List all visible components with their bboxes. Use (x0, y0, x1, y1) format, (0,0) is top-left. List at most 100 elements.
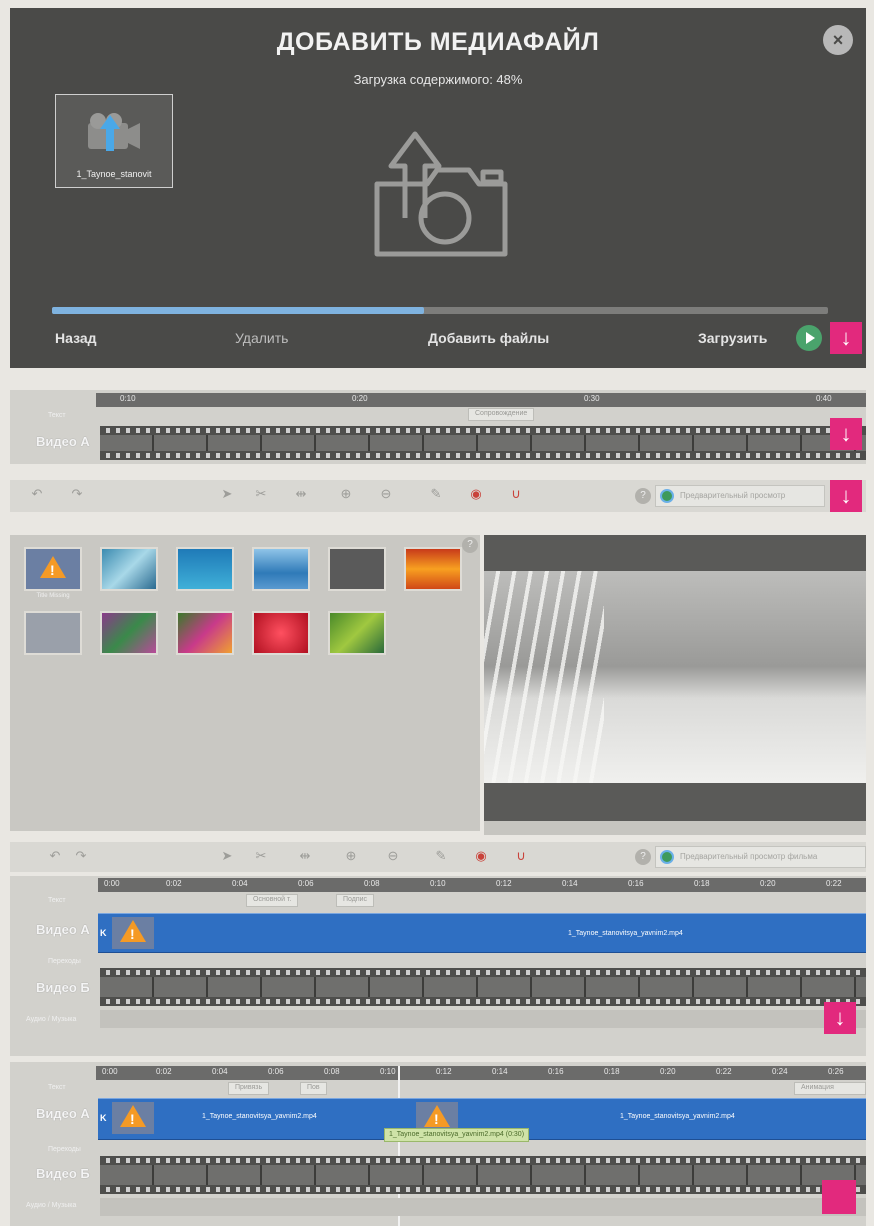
arrow-down-icon: ↓ (830, 418, 862, 450)
audio-track[interactable] (100, 1010, 866, 1028)
warning-icon (32, 553, 74, 585)
help-button[interactable]: ? (635, 488, 651, 504)
video-b-track[interactable] (100, 1156, 866, 1194)
warning-icon (112, 1102, 154, 1134)
clip-tooltip: 1_Taynoe_stanovitsya_yavnim2.mp4 (0:30) (384, 1128, 530, 1142)
pointer-icon[interactable]: ➤ (216, 848, 238, 864)
media-item[interactable] (24, 611, 82, 655)
cut-icon[interactable]: ✂ (250, 848, 272, 864)
media-item-caption: Title Missing (36, 593, 70, 599)
arrow-down-icon: ↓ (830, 480, 862, 512)
pencil-icon[interactable]: ✎ (430, 848, 452, 864)
media-item[interactable] (252, 547, 310, 591)
timeline-small: 0:10 0:20 0:30 0:40 Текст Сопровождение … (10, 390, 866, 464)
text-chip[interactable]: Подпис (336, 894, 375, 907)
ruler-tick: 0:24 (772, 1067, 788, 1076)
media-item[interactable] (252, 611, 310, 655)
media-item[interactable] (24, 547, 82, 591)
media-item[interactable] (176, 611, 234, 655)
ruler-tick: 0:16 (548, 1067, 564, 1076)
text-chip[interactable]: Привязь (228, 1082, 270, 1095)
text-track-label: Текст (48, 1084, 66, 1091)
ruler-tick: 0:20 (352, 394, 368, 403)
video-preview (484, 535, 866, 821)
help-button[interactable]: ? (635, 849, 651, 865)
text-chip[interactable]: Основной т. (246, 894, 299, 907)
ruler-tick: 0:16 (628, 879, 644, 888)
media-item[interactable] (100, 547, 158, 591)
ruler-tick: 0:18 (694, 879, 710, 888)
help-button[interactable]: ? (462, 537, 478, 553)
play-icon (660, 850, 674, 864)
text-chip[interactable]: Сопровождение (468, 408, 535, 421)
ruler-tick: 0:06 (298, 879, 314, 888)
preview-frame-stairs (484, 571, 604, 783)
ruler-tick: 0:30 (584, 394, 600, 403)
pencil-icon[interactable]: ✎ (425, 486, 447, 502)
media-item[interactable] (328, 611, 386, 655)
transitions-label: Переходы (48, 1146, 81, 1153)
ruler-tick: 0:02 (156, 1067, 172, 1076)
video-a-label: Видео А (36, 434, 90, 449)
ruler-tick: 0:10 (120, 394, 136, 403)
preview-movie-button[interactable]: Предварительный просмотр фильма (655, 846, 866, 868)
media-item[interactable] (328, 547, 386, 591)
ruler-tick: 0:22 (716, 1067, 732, 1076)
ruler-tick: 0:02 (166, 879, 182, 888)
split-icon[interactable]: ⇹ (294, 848, 316, 864)
media-item[interactable] (404, 547, 462, 591)
zoom-out-icon[interactable]: ⊖ (382, 848, 404, 864)
play-icon (660, 489, 674, 503)
preview-button[interactable]: Предварительный просмотр (655, 485, 825, 507)
undo-icon[interactable]: ↶ (26, 486, 48, 502)
ruler-tick: 0:20 (660, 1067, 676, 1076)
video-upload-icon (88, 113, 140, 151)
text-chip[interactable]: Анимация (794, 1082, 866, 1095)
redo-icon[interactable]: ↷ (66, 486, 88, 502)
record-icon[interactable]: ◉ (465, 486, 487, 502)
preview-controls[interactable] (484, 821, 866, 835)
text-chip[interactable]: Пов (300, 1082, 327, 1095)
audio-label: Аудио / Музыка (26, 1016, 77, 1023)
close-button[interactable]: × (823, 25, 853, 55)
back-button[interactable]: Назад (55, 330, 97, 346)
video-a-track[interactable] (100, 426, 866, 460)
timeline-2: 0:00 0:02 0:04 0:06 0:08 0:10 0:12 0:14 … (10, 876, 866, 1056)
play-icon[interactable] (796, 325, 822, 351)
zoom-out-icon[interactable]: ⊖ (375, 486, 397, 502)
split-icon[interactable]: ⇹ (290, 486, 312, 502)
editor-toolbar: ↶ ↷ ➤ ✂ ⇹ ⊕ ⊖ ✎ ◉ ∪ ? Предварительный пр… (10, 480, 866, 512)
delete-button[interactable]: Удалить (235, 330, 288, 346)
ruler-tick: 0:08 (364, 879, 380, 888)
audio-label: Аудио / Музыка (26, 1202, 77, 1209)
add-files-button[interactable]: Добавить файлы (428, 330, 549, 346)
ruler-tick: 0:14 (492, 1067, 508, 1076)
ruler-tick: 0:04 (212, 1067, 228, 1076)
upload-button[interactable]: Загрузить (698, 330, 767, 346)
preview-button-label: Предварительный просмотр (680, 491, 786, 500)
media-item[interactable] (100, 611, 158, 655)
zoom-in-icon[interactable]: ⊕ (335, 486, 357, 502)
ruler-tick: 0:10 (430, 879, 446, 888)
cut-icon[interactable]: ✂ (250, 486, 272, 502)
video-b-track[interactable] (100, 968, 866, 1006)
undo-icon[interactable]: ↶ (44, 848, 66, 864)
ruler-tick: 0:14 (562, 879, 578, 888)
media-library: ? Title Missing (10, 535, 480, 831)
clip-name: 1_Taynoe_stanovitsya_yavnim2.mp4 (568, 930, 683, 937)
timeline-ruler: 0:10 0:20 0:30 0:40 (96, 393, 866, 407)
file-thumbnail[interactable]: 1_Taynoe_stanovit (55, 94, 173, 188)
ruler-tick: 0:12 (436, 1067, 452, 1076)
ruler-tick: 0:40 (816, 394, 832, 403)
redo-icon[interactable]: ↷ (70, 848, 92, 864)
zoom-in-icon[interactable]: ⊕ (340, 848, 362, 864)
pointer-icon[interactable]: ➤ (216, 486, 238, 502)
video-clip[interactable]: K 1_Taynoe_stanovitsya_yavnim2.mp4 (98, 913, 866, 953)
magnet-icon[interactable]: ∪ (505, 486, 527, 502)
camera-upload-icon (374, 131, 508, 257)
magnet-icon[interactable]: ∪ (510, 848, 532, 864)
media-item[interactable] (176, 547, 234, 591)
record-icon[interactable]: ◉ (470, 848, 492, 864)
upload-progress-bar (52, 307, 828, 314)
audio-track[interactable] (100, 1198, 866, 1216)
